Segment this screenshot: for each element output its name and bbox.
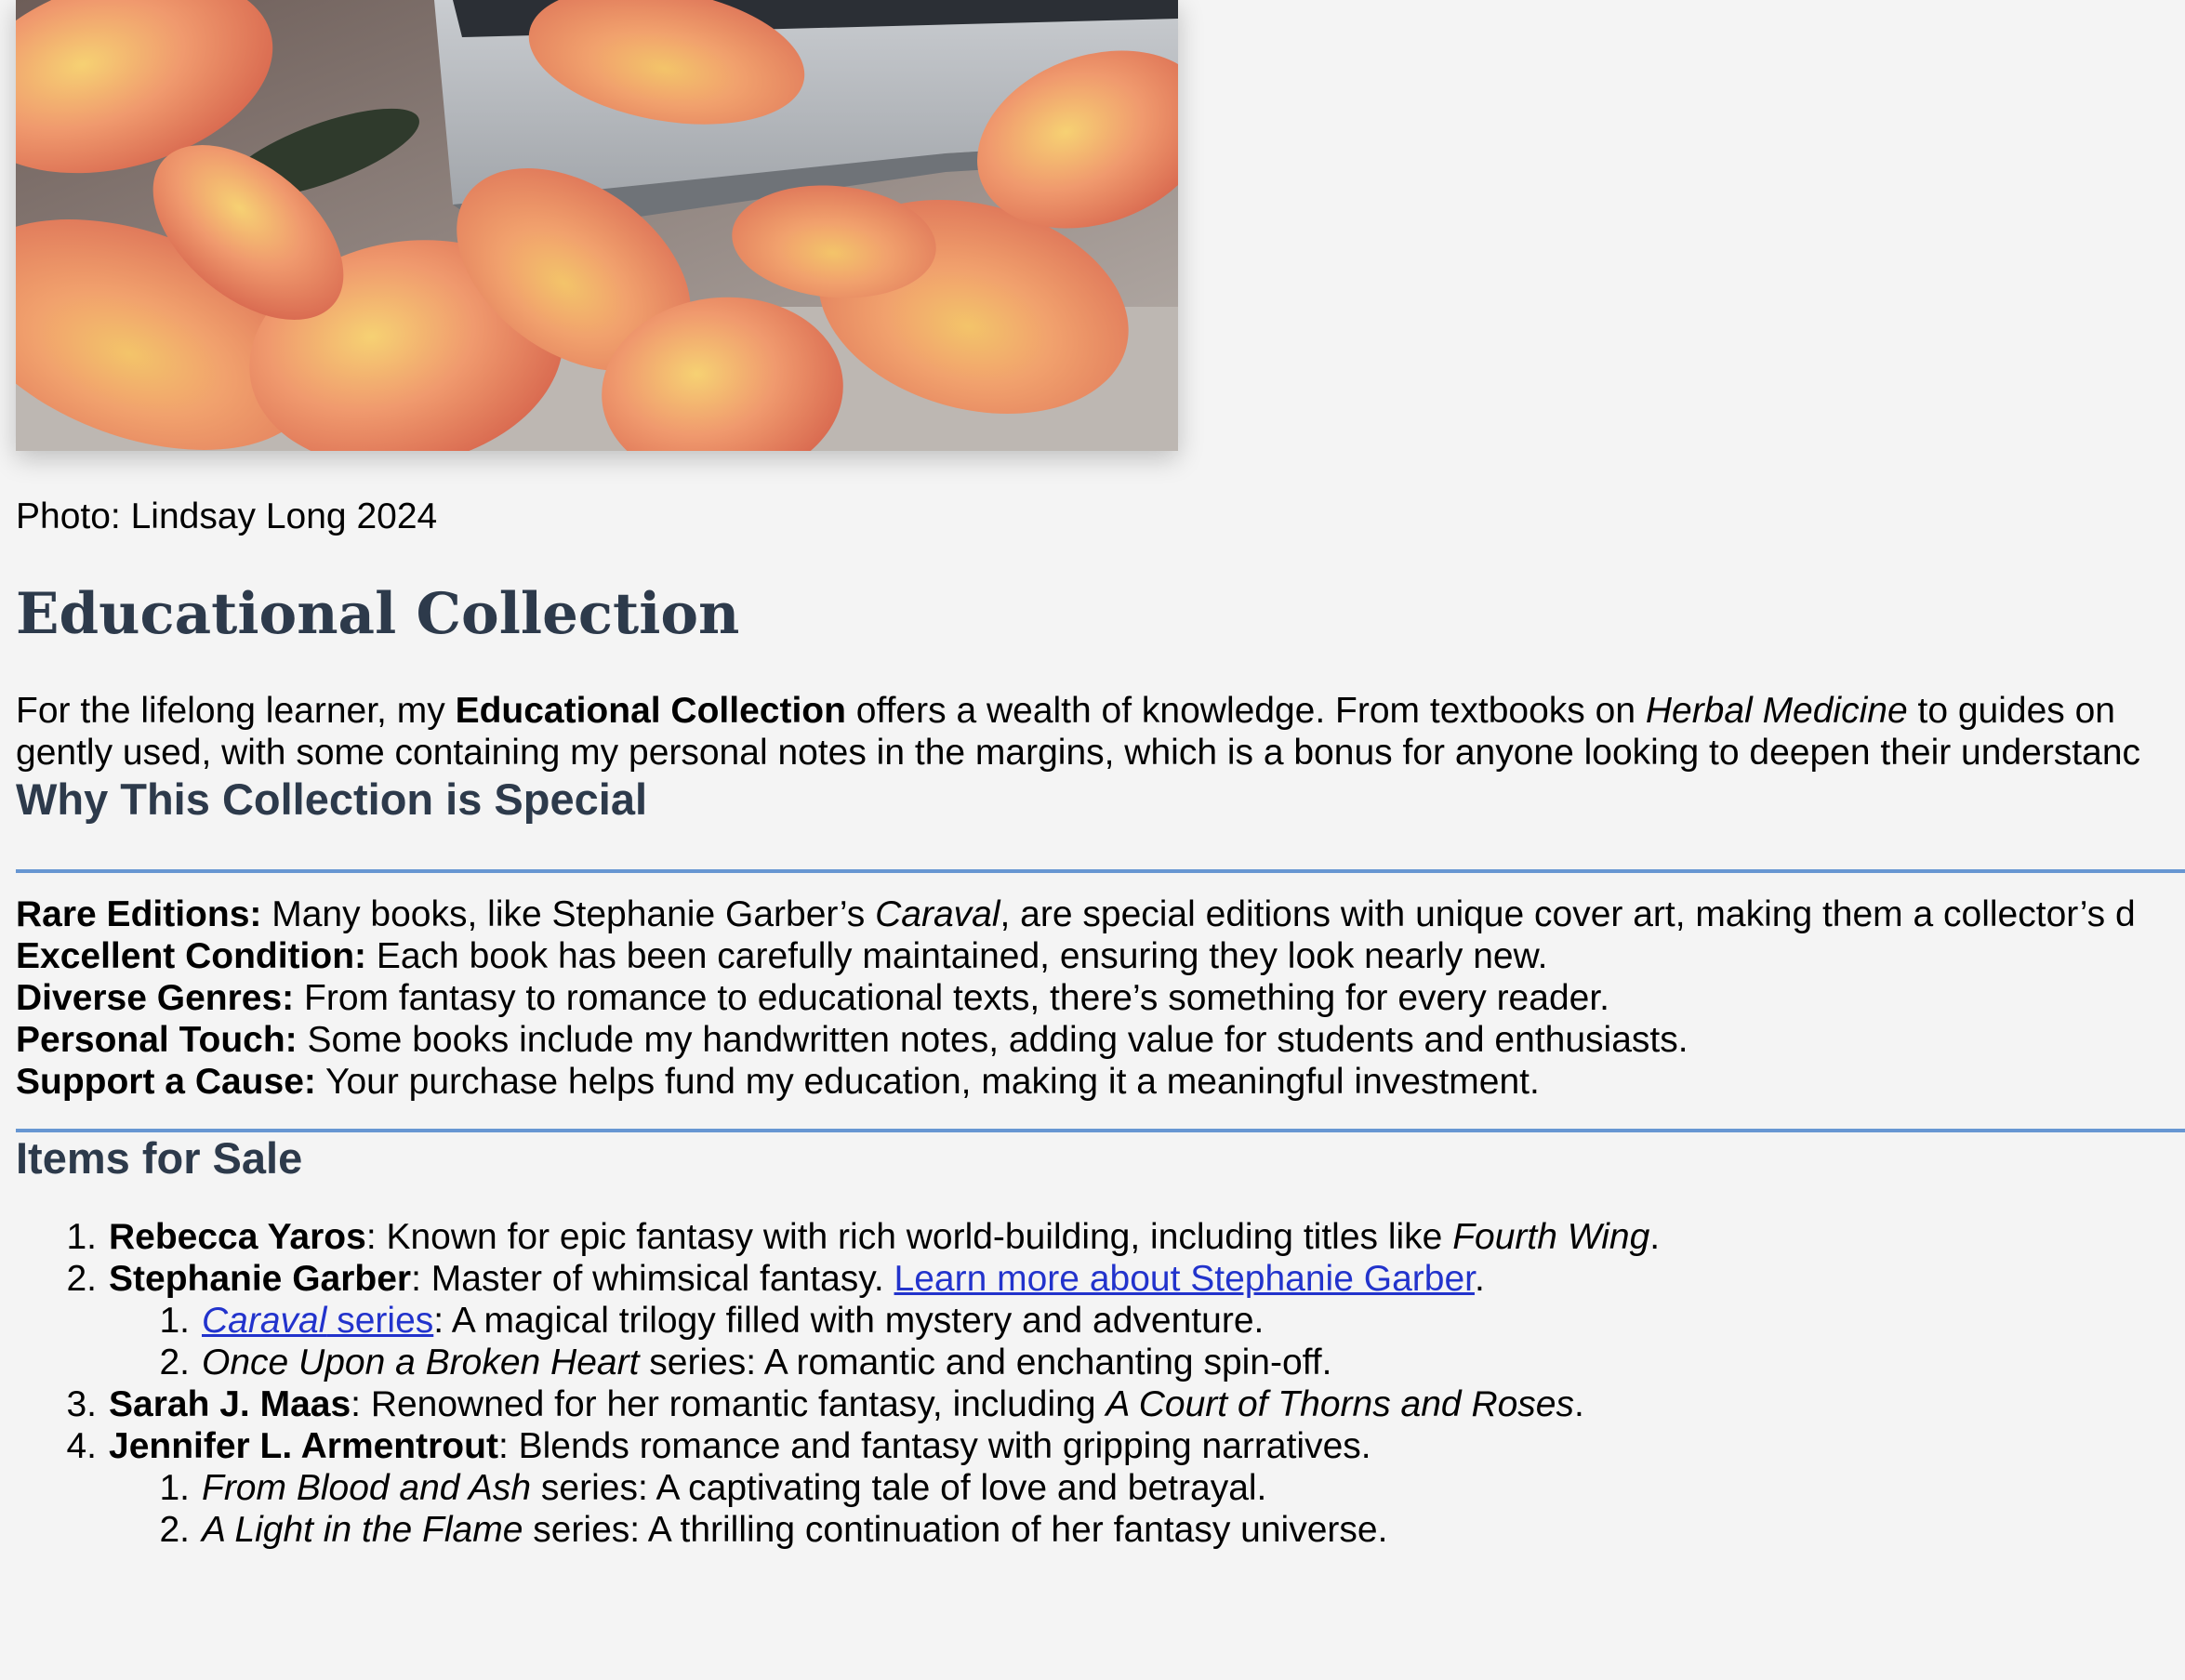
feature-item: Diverse Genres: From fantasy to romance …: [16, 978, 1609, 1019]
list-item: 2. Stephanie Garber: Master of whimsical …: [16, 1258, 2185, 1383]
rose-petals-photo: [16, 0, 1178, 451]
list-item: 4. Jennifer L. Armentrout: Blends romance…: [16, 1425, 2185, 1551]
list-item: 2. A Light in the Flame series: A thrilli…: [159, 1509, 1388, 1550]
divider-top: [16, 869, 2185, 874]
list-item: 1. Rebecca Yaros: Known for epic fantasy …: [66, 1216, 1661, 1257]
list-item: 3. Sarah J. Maas: Renowned for her romant…: [66, 1383, 1584, 1424]
page-content: Photo: Lindsay Long 2024 Educational Col…: [16, 0, 2185, 1551]
list-item: 1. From Blood and Ash series: A captivati…: [159, 1467, 1267, 1508]
stephanie-garber-link[interactable]: Learn more about Stephanie Garber: [894, 1259, 1475, 1299]
items-list: 1. Rebecca Yaros: Known for epic fantasy …: [16, 1216, 2185, 1551]
list-item: 2. Once Upon a Broken Heart series: A rom…: [159, 1342, 1332, 1382]
feature-item: Excellent Condition: Each book has been …: [16, 936, 1548, 977]
intro-paragraph: For the lifelong learner, my Educational…: [16, 690, 2141, 773]
caraval-series-link[interactable]: Caraval series: [202, 1301, 433, 1341]
feature-item: Rare Editions: Many books, like Stephani…: [16, 894, 2136, 935]
page-title: Educational Collection: [16, 580, 740, 647]
photo-caption: Photo: Lindsay Long 2024: [16, 496, 438, 536]
armentrout-sublist: 1. From Blood and Ash series: A captivati…: [109, 1467, 2185, 1551]
list-item: 1. Caraval series: A magical trilogy fill…: [159, 1300, 1265, 1341]
features-list: Rare Editions: Many books, like Stephani…: [16, 893, 2185, 1103]
header-photo: [16, 0, 1178, 451]
garber-sublist: 1. Caraval series: A magical trilogy fill…: [109, 1300, 2185, 1383]
feature-item: Personal Touch: Some books include my ha…: [16, 1020, 1688, 1061]
why-heading: Why This Collection is Special: [16, 774, 648, 824]
feature-item: Support a Cause: Your purchase helps fun…: [16, 1062, 1540, 1103]
items-heading: Items for Sale: [16, 1133, 303, 1184]
